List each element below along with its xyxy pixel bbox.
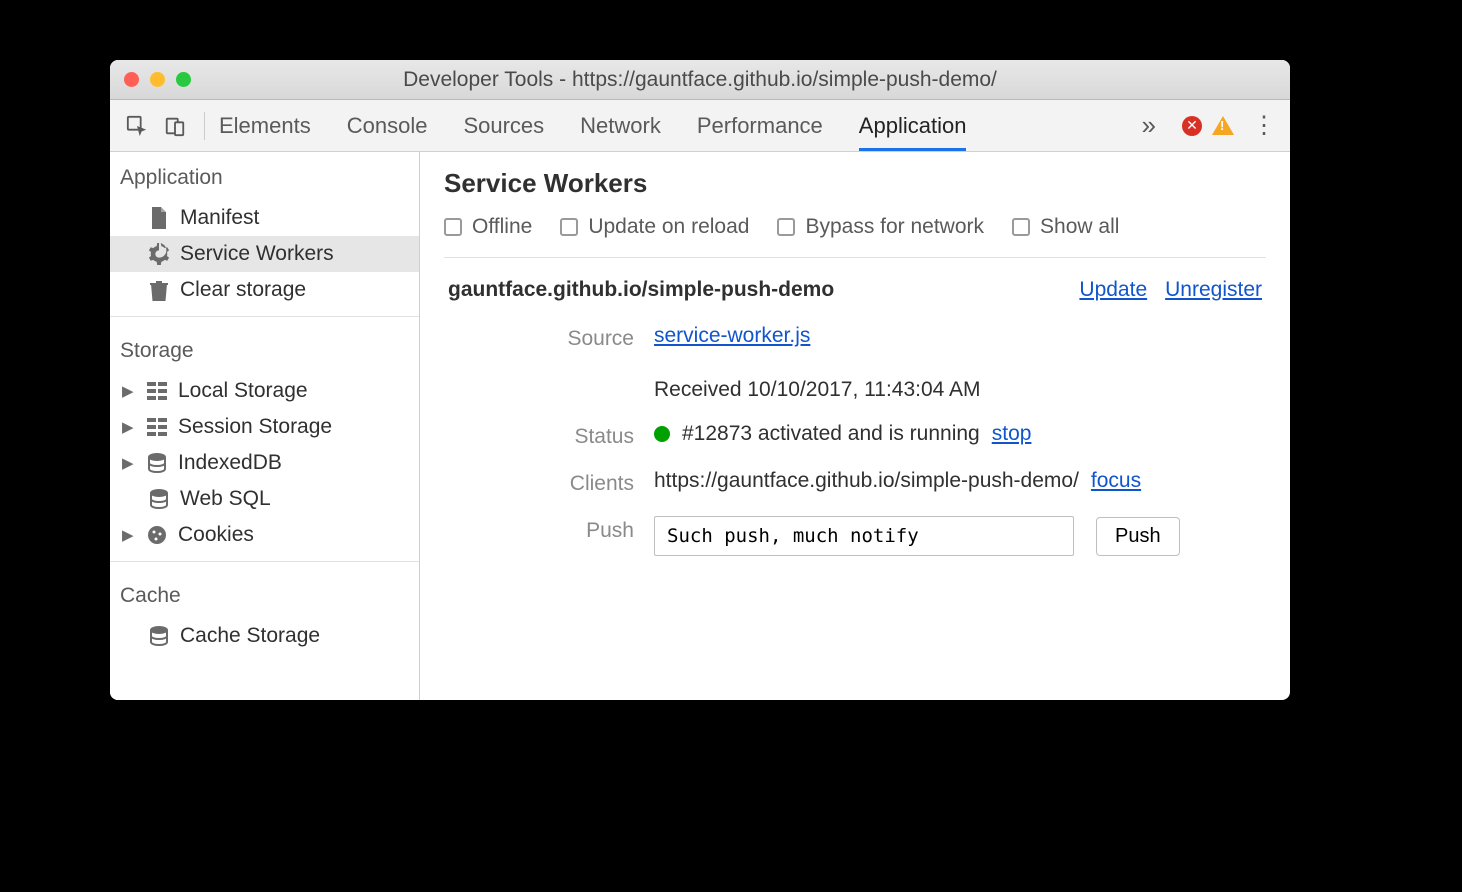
checkbox-icon <box>444 218 462 236</box>
client-url: https://gauntface.github.io/simple-push-… <box>654 469 1079 493</box>
focus-link[interactable]: focus <box>1091 469 1141 493</box>
push-input[interactable] <box>654 516 1074 556</box>
sw-details: Source service-worker.js Received 10/10/… <box>444 324 1266 556</box>
bypass-network-checkbox[interactable]: Bypass for network <box>777 215 984 239</box>
sidebar-item-label: Session Storage <box>178 415 332 439</box>
cookie-icon <box>146 524 168 546</box>
sidebar-item-label: Local Storage <box>178 379 308 403</box>
sidebar-item-manifest[interactable]: Manifest <box>110 200 419 236</box>
checkbox-label: Offline <box>472 215 532 239</box>
expand-icon[interactable]: ▶ <box>122 454 136 472</box>
push-row: Push <box>654 516 1266 556</box>
sw-origin-actions: Update Unregister <box>1079 278 1262 302</box>
database-icon <box>146 452 168 474</box>
sidebar-item-cache-storage[interactable]: Cache Storage <box>110 618 419 654</box>
sidebar-item-web-sql[interactable]: Web SQL <box>110 481 419 517</box>
sidebar-item-clear-storage[interactable]: Clear storage <box>110 272 419 308</box>
database-icon <box>148 488 170 510</box>
window-title: Developer Tools - https://gauntface.gith… <box>110 68 1290 92</box>
show-all-checkbox[interactable]: Show all <box>1012 215 1119 239</box>
sidebar-item-label: IndexedDB <box>178 451 282 475</box>
devtools-window: Developer Tools - https://gauntface.gith… <box>110 60 1290 700</box>
unregister-link[interactable]: Unregister <box>1165 278 1262 302</box>
expand-icon[interactable]: ▶ <box>122 526 136 544</box>
storage-grid-icon <box>146 416 168 438</box>
sidebar-item-session-storage[interactable]: ▶ Session Storage <box>110 409 419 445</box>
status-text: #12873 activated and is running <box>682 422 980 446</box>
checkbox-icon <box>560 218 578 236</box>
more-menu-icon[interactable]: ⋮ <box>1244 111 1284 140</box>
clients-label: Clients <box>444 469 654 496</box>
checkbox-label: Update on reload <box>588 215 749 239</box>
sidebar-item-label: Cookies <box>178 523 254 547</box>
checkbox-icon <box>1012 218 1030 236</box>
expand-icon[interactable]: ▶ <box>122 382 136 400</box>
sidebar-item-label: Web SQL <box>180 487 271 511</box>
manifest-icon <box>148 207 170 229</box>
tab-network[interactable]: Network <box>580 100 661 151</box>
sidebar-item-label: Manifest <box>180 206 259 230</box>
sw-toolbar: Offline Update on reload Bypass for netw… <box>444 215 1266 258</box>
minimize-window-button[interactable] <box>150 72 165 87</box>
gear-icon <box>148 243 170 265</box>
expand-icon[interactable]: ▶ <box>122 418 136 436</box>
push-button[interactable]: Push <box>1096 517 1180 556</box>
warning-badge-icon[interactable] <box>1212 116 1234 135</box>
sw-origin-row: gauntface.github.io/simple-push-demo Upd… <box>444 278 1266 302</box>
devtools-tabstrip: Elements Console Sources Network Perform… <box>110 100 1290 152</box>
sidebar-section-storage: Storage <box>110 325 419 373</box>
checkbox-label: Bypass for network <box>805 215 984 239</box>
checkbox-icon <box>777 218 795 236</box>
update-on-reload-checkbox[interactable]: Update on reload <box>560 215 749 239</box>
panel-heading: Service Workers <box>444 168 1266 199</box>
sidebar-section-application: Application <box>110 152 419 200</box>
push-label: Push <box>444 516 654 543</box>
sw-origin: gauntface.github.io/simple-push-demo <box>448 278 834 302</box>
device-toolbar-icon[interactable] <box>158 109 192 143</box>
database-icon <box>148 625 170 647</box>
sidebar-item-label: Clear storage <box>180 278 306 302</box>
sidebar-item-label: Service Workers <box>180 242 334 266</box>
close-window-button[interactable] <box>124 72 139 87</box>
source-value: service-worker.js Received 10/10/2017, 1… <box>654 324 1266 402</box>
sidebar-item-indexeddb[interactable]: ▶ IndexedDB <box>110 445 419 481</box>
zoom-window-button[interactable] <box>176 72 191 87</box>
status-label: Status <box>444 422 654 449</box>
sidebar-section-cache: Cache <box>110 570 419 618</box>
received-time: Received 10/10/2017, 11:43:04 AM <box>654 378 1266 402</box>
update-link[interactable]: Update <box>1079 278 1147 302</box>
clients-value: https://gauntface.github.io/simple-push-… <box>654 469 1266 493</box>
sidebar-item-cookies[interactable]: ▶ Cookies <box>110 517 419 553</box>
separator <box>204 112 205 140</box>
stop-link[interactable]: stop <box>992 422 1032 446</box>
panel-body: Application Manifest Service Workers Cle… <box>110 152 1290 700</box>
status-value: #12873 activated and is running stop <box>654 422 1266 446</box>
storage-grid-icon <box>146 380 168 402</box>
traffic-lights <box>124 72 191 87</box>
sidebar-item-local-storage[interactable]: ▶ Local Storage <box>110 373 419 409</box>
tab-performance[interactable]: Performance <box>697 100 823 151</box>
sidebar-item-label: Cache Storage <box>180 624 320 648</box>
tab-console[interactable]: Console <box>347 100 428 151</box>
titlebar: Developer Tools - https://gauntface.gith… <box>110 60 1290 100</box>
tab-sources[interactable]: Sources <box>463 100 544 151</box>
source-file-link[interactable]: service-worker.js <box>654 324 810 348</box>
sidebar-item-service-workers[interactable]: Service Workers <box>110 236 419 272</box>
status-dot-icon <box>654 426 670 442</box>
service-workers-panel: Service Workers Offline Update on reload… <box>420 152 1290 700</box>
inspect-element-icon[interactable] <box>120 109 154 143</box>
tab-elements[interactable]: Elements <box>219 100 311 151</box>
source-label: Source <box>444 324 654 351</box>
tabs-overflow-button[interactable]: » <box>1134 110 1164 141</box>
offline-checkbox[interactable]: Offline <box>444 215 532 239</box>
trash-icon <box>148 279 170 301</box>
checkbox-label: Show all <box>1040 215 1119 239</box>
application-sidebar: Application Manifest Service Workers Cle… <box>110 152 420 700</box>
tab-application[interactable]: Application <box>859 100 967 151</box>
tabs: Elements Console Sources Network Perform… <box>219 100 966 151</box>
error-badge-icon[interactable]: ✕ <box>1182 116 1202 136</box>
